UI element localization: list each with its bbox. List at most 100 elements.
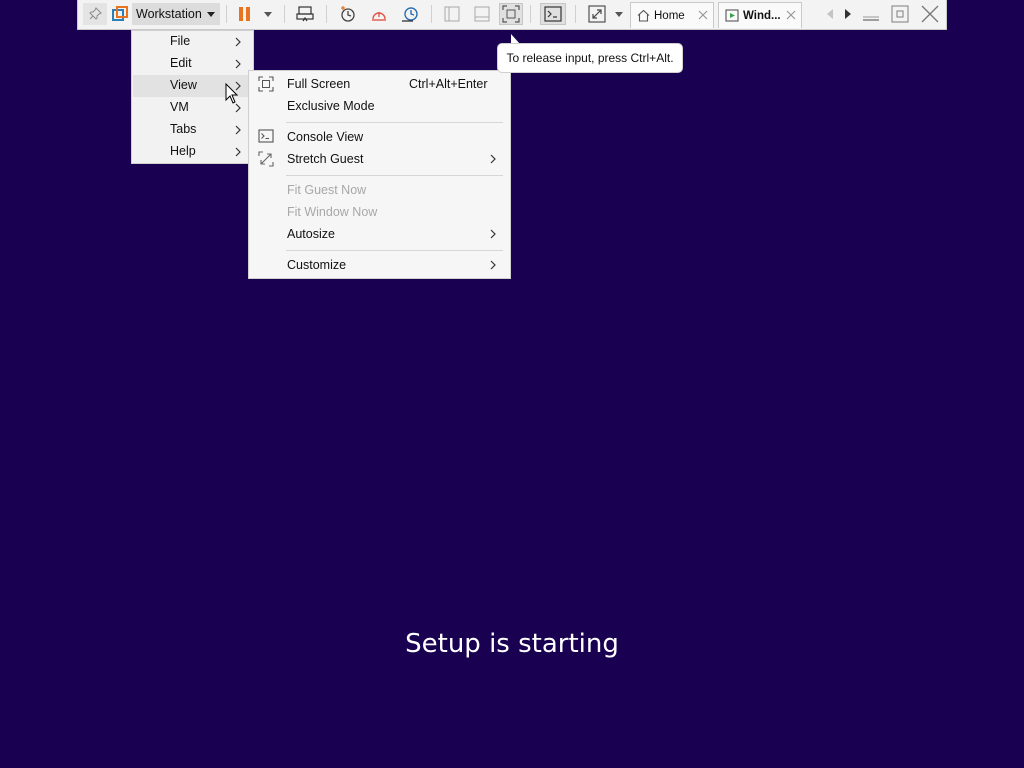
tab-home-label: Home [654,9,685,22]
vm-running-icon [725,9,739,22]
menu-item-customize[interactable]: Customize [250,254,509,276]
pause-vm-button[interactable] [234,3,256,25]
stretch-options-dropdown[interactable] [612,3,626,25]
console-view-icon [258,129,274,143]
show-library-button[interactable] [440,3,464,25]
tab-scroll-right-button[interactable] [841,3,855,25]
chevron-right-icon [235,37,241,47]
home-icon [637,9,650,22]
minimize-icon [863,16,879,21]
stretch-guest-icon [588,5,606,23]
chevron-right-icon [490,229,496,239]
snapshot-take-icon [341,6,355,22]
close-window-button[interactable] [919,3,941,25]
console-view-button[interactable] [540,3,566,25]
menu-item-fit-window-now: Fit Window Now [250,201,509,223]
send-ctrl-alt-del-button[interactable] [293,3,317,25]
toolbar-divider [431,5,432,23]
menu-item-edit[interactable]: Edit [133,53,252,75]
console-view-icon [544,6,562,22]
restore-icon [891,5,909,23]
close-icon[interactable] [698,10,708,20]
chevron-right-icon [490,260,496,270]
tab-home[interactable]: Home [630,2,714,28]
minimize-button[interactable] [860,3,882,25]
menu-item-label: Stretch Guest [287,152,364,166]
workstation-menu-button[interactable]: Workstation [132,3,220,25]
menu-divider [286,175,503,176]
take-snapshot-button[interactable] [336,3,360,25]
menu-item-label: Tabs [170,122,197,136]
send-ctrl-alt-del-icon [296,6,314,22]
workstation-logo [109,3,131,25]
menu-item-help[interactable]: Help [133,141,252,163]
keyboard-shortcut: Ctrl+Alt+Enter [409,77,488,91]
menu-item-label: File [170,34,191,48]
pin-toolbar-button[interactable] [83,3,107,25]
menu-item-label: View [170,78,197,92]
menu-item-autosize[interactable]: Autosize [250,223,509,245]
workstation-logo-icon [112,6,128,21]
fullscreen-toolbar: Workstation Home Wind... [77,0,947,30]
toolbar-divider [284,5,285,23]
tab-scroll-left-button[interactable] [823,3,837,25]
menu-item-label: VM [170,100,189,114]
chevron-down-icon [264,12,272,17]
chevron-left-icon [827,9,833,19]
menu-item-label: Autosize [287,227,335,241]
power-options-dropdown[interactable] [261,3,275,25]
toolbar-divider [326,5,327,23]
release-input-tooltip: To release input, press Ctrl+Alt. [497,43,683,73]
toolbar-divider [226,5,227,23]
snapshot-manager-button[interactable] [398,3,422,25]
menu-item-label: Console View [287,130,364,144]
close-icon[interactable] [786,10,796,20]
menu-item-label: Exclusive Mode [287,99,375,113]
menu-item-console-view[interactable]: Console View [250,126,509,148]
full-screen-icon [258,76,274,92]
tab-windows-vm[interactable]: Wind... [718,2,802,28]
chevron-down-icon [207,12,215,17]
chevron-right-icon [490,154,496,164]
chevron-right-icon [235,59,241,69]
snapshot-manager-icon [402,7,418,22]
menu-divider [286,250,503,251]
setup-status-text: Setup is starting [405,629,619,659]
restore-button[interactable] [889,3,911,25]
chevron-right-icon [845,9,851,19]
tooltip-text: To release input, press Ctrl+Alt. [506,51,674,65]
pin-icon [89,7,102,20]
full-screen-icon [502,5,520,23]
menu-item-label: Edit [170,56,192,70]
menu-item-label: Fit Window Now [287,205,378,219]
snapshot-revert-icon [372,12,386,21]
chevron-right-icon [235,125,241,135]
tab-windows-vm-label: Wind... [743,9,781,22]
menu-item-fit-guest-now: Fit Guest Now [250,179,509,201]
chevron-down-icon [615,12,623,17]
close-icon [921,5,939,23]
stretch-guest-icon [258,151,274,167]
menu-item-label: Customize [287,258,347,272]
revert-snapshot-button[interactable] [367,3,391,25]
menu-item-label: Full Screen [287,77,351,91]
full-screen-view-button[interactable] [499,3,523,25]
show-thumbnail-bar-button[interactable] [470,3,494,25]
toolbar-divider [575,5,576,23]
menu-item-full-screen[interactable]: Full Screen Ctrl+Alt+Enter [250,73,509,95]
view-submenu: Full Screen Ctrl+Alt+Enter Exclusive Mod… [248,70,511,279]
pause-icon [239,7,250,21]
menu-item-exclusive-mode[interactable]: Exclusive Mode [250,95,509,117]
thumbnail-bar-icon [474,6,490,22]
library-view-icon [444,6,460,22]
menu-divider [286,122,503,123]
menu-item-file[interactable]: File [133,31,252,53]
menu-item-label: Help [170,144,196,158]
menu-item-label: Fit Guest Now [287,183,367,197]
toolbar-divider [530,5,531,23]
menu-item-stretch-guest[interactable]: Stretch Guest [250,148,509,170]
workstation-menu-label: Workstation [136,7,202,21]
stretch-guest-button[interactable] [585,3,609,25]
menu-item-tabs[interactable]: Tabs [133,119,252,141]
chevron-right-icon [235,147,241,157]
